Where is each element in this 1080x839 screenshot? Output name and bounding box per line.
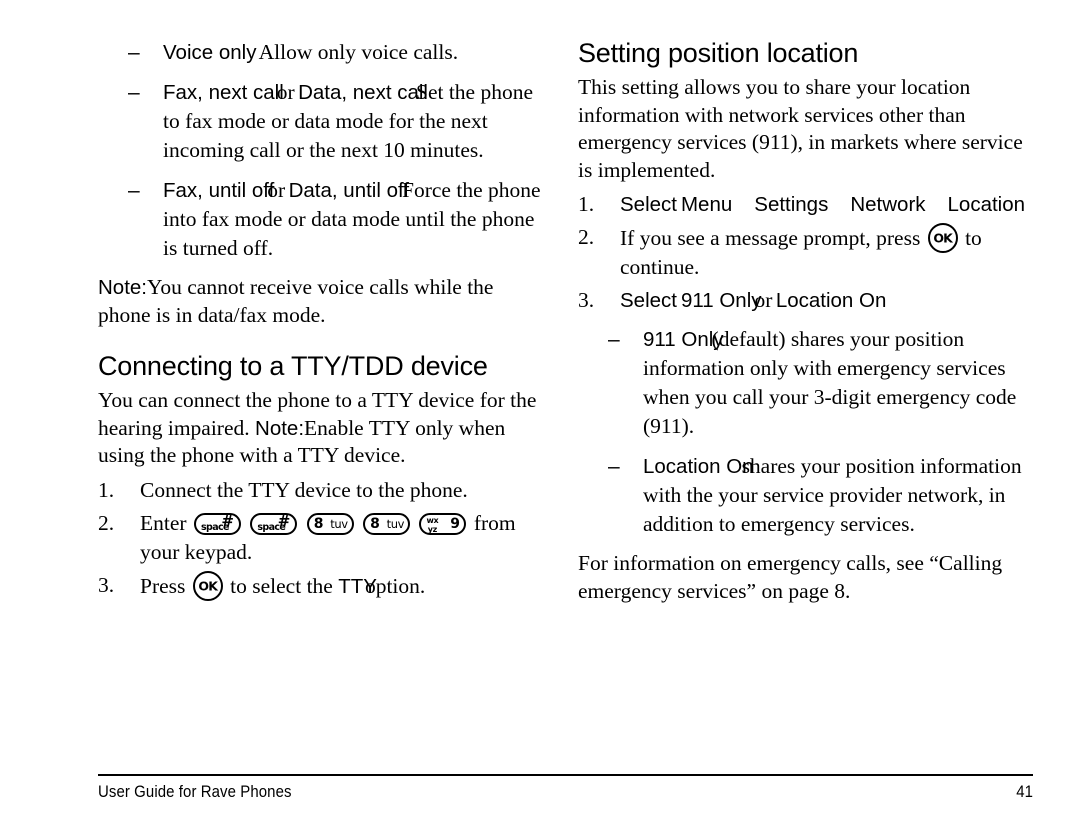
list-item: – Fax, until offor Data, until offForce … — [98, 176, 550, 263]
manual-page: – Voice only Allow only voice calls. – F… — [0, 0, 1080, 839]
key-ok-icon: OK — [927, 223, 958, 254]
step-number: 1. — [98, 477, 115, 502]
option-term: Voice only — [163, 41, 257, 64]
conjunction: or — [276, 80, 295, 104]
dash-bullet-icon: – — [128, 41, 140, 64]
note-label: Note: — [98, 276, 147, 299]
option-term: Data, until off — [288, 179, 410, 202]
step-number: 2. — [578, 225, 595, 250]
key-digit-label: 9 — [450, 515, 460, 532]
conjunction: or — [267, 178, 286, 202]
conjunction: or — [754, 288, 773, 313]
key-8-tuv-icon: 8 tuv — [306, 512, 354, 535]
list-item: 1. Select Menu Settings Network Location — [578, 190, 1030, 219]
list-item: 3. Press OK to select the TTYoption. — [98, 570, 550, 601]
list-item: – Location Onshares your position inform… — [578, 452, 1030, 539]
key-digit-label: 8 — [313, 515, 324, 532]
menu-path-item-menu: Menu — [680, 193, 733, 217]
note-label: Note: — [255, 416, 305, 440]
dash-bullet-icon: – — [128, 179, 140, 202]
menu-path-item-location: Location — [947, 193, 1026, 217]
step-text-mid: to select the — [230, 573, 333, 598]
menu-path-item-settings: Settings — [754, 193, 829, 217]
key-ok-label: OK — [198, 578, 218, 594]
note-text: You cannot receive voice calls while the… — [98, 275, 494, 327]
key-hash-label: # — [277, 511, 291, 530]
key-8-tuv-icon: 8 tuv — [363, 512, 411, 535]
dash-bullet-icon: – — [608, 328, 620, 352]
footer-title: User Guide for Rave Phones — [98, 782, 292, 801]
step-text-after: option. — [364, 573, 426, 598]
step-number: 2. — [98, 510, 115, 535]
list-item: – Fax, next callor Data, next callSet th… — [98, 78, 550, 165]
option-term-911-only: 911 Only — [680, 289, 762, 313]
closing-paragraph: For information on emergency calls, see … — [578, 551, 1003, 603]
step-text: If you see a message prompt, press — [620, 226, 921, 251]
key-ok-label: OK — [933, 230, 953, 246]
option-description: Allow only voice calls. — [258, 40, 459, 64]
dash-bullet-icon: – — [128, 81, 140, 104]
option-term: Fax, until off — [163, 179, 275, 202]
step-text: Press — [140, 573, 186, 598]
key-letters-label: wx yz — [426, 515, 439, 535]
key-space-hash-icon: space # — [193, 511, 241, 535]
list-item: 2. If you see a message prompt, press OK… — [578, 223, 1030, 282]
key-hash-label: # — [221, 511, 234, 530]
option-term-location-on: Location On — [643, 455, 754, 479]
option-term: Fax, next call — [163, 81, 284, 104]
key-space-hash-icon: space # — [250, 511, 298, 535]
left-column: – Voice only Allow only voice calls. – F… — [98, 38, 550, 605]
list-item: – 911 Only(default) shares your position… — [578, 325, 1030, 441]
tty-intro-paragraph: You can connect the phone to a TTY devic… — [98, 387, 550, 470]
key-digit-label: 8 — [370, 515, 380, 532]
list-item: – Voice only Allow only voice calls. — [98, 38, 550, 67]
section-heading-position-location: Setting position location — [578, 38, 859, 68]
note-paragraph: Note:You cannot receive voice calls whil… — [98, 274, 550, 329]
step-text: Select — [620, 193, 677, 217]
key-letters-label: tuv — [330, 516, 348, 531]
step-number: 3. — [98, 572, 115, 597]
step-text: Enter — [140, 510, 187, 535]
list-item: 3. Select 911 Onlyor Location On — [578, 286, 1030, 315]
key-letters-label: tuv — [386, 516, 405, 531]
section-heading-tty: Connecting to a TTY/TDD device — [98, 351, 488, 381]
right-column: Setting position location This setting a… — [578, 38, 1030, 611]
key-9-wxyz-icon: wx yz 9 — [419, 512, 467, 535]
option-term-location-on: Location On — [775, 289, 887, 313]
step-text: Connect the TTY device to the phone. — [140, 477, 468, 502]
step-number: 1. — [578, 192, 595, 217]
step-text: Select — [620, 289, 677, 313]
menu-path-item-network: Network — [850, 193, 926, 217]
intro-paragraph: This setting allows you to share your lo… — [578, 75, 1023, 182]
key-ok-icon: OK — [192, 570, 223, 601]
list-item: 1. Connect the TTY device to the phone. — [98, 476, 550, 505]
page-number: 41 — [1016, 782, 1033, 801]
list-item: 2. Enter space # space # 8 tuv 8 tuv wx — [98, 509, 550, 567]
footer-divider — [98, 774, 1033, 776]
step-number: 3. — [578, 288, 595, 313]
dash-bullet-icon: – — [608, 455, 620, 479]
option-term: Data, next call — [298, 81, 428, 104]
